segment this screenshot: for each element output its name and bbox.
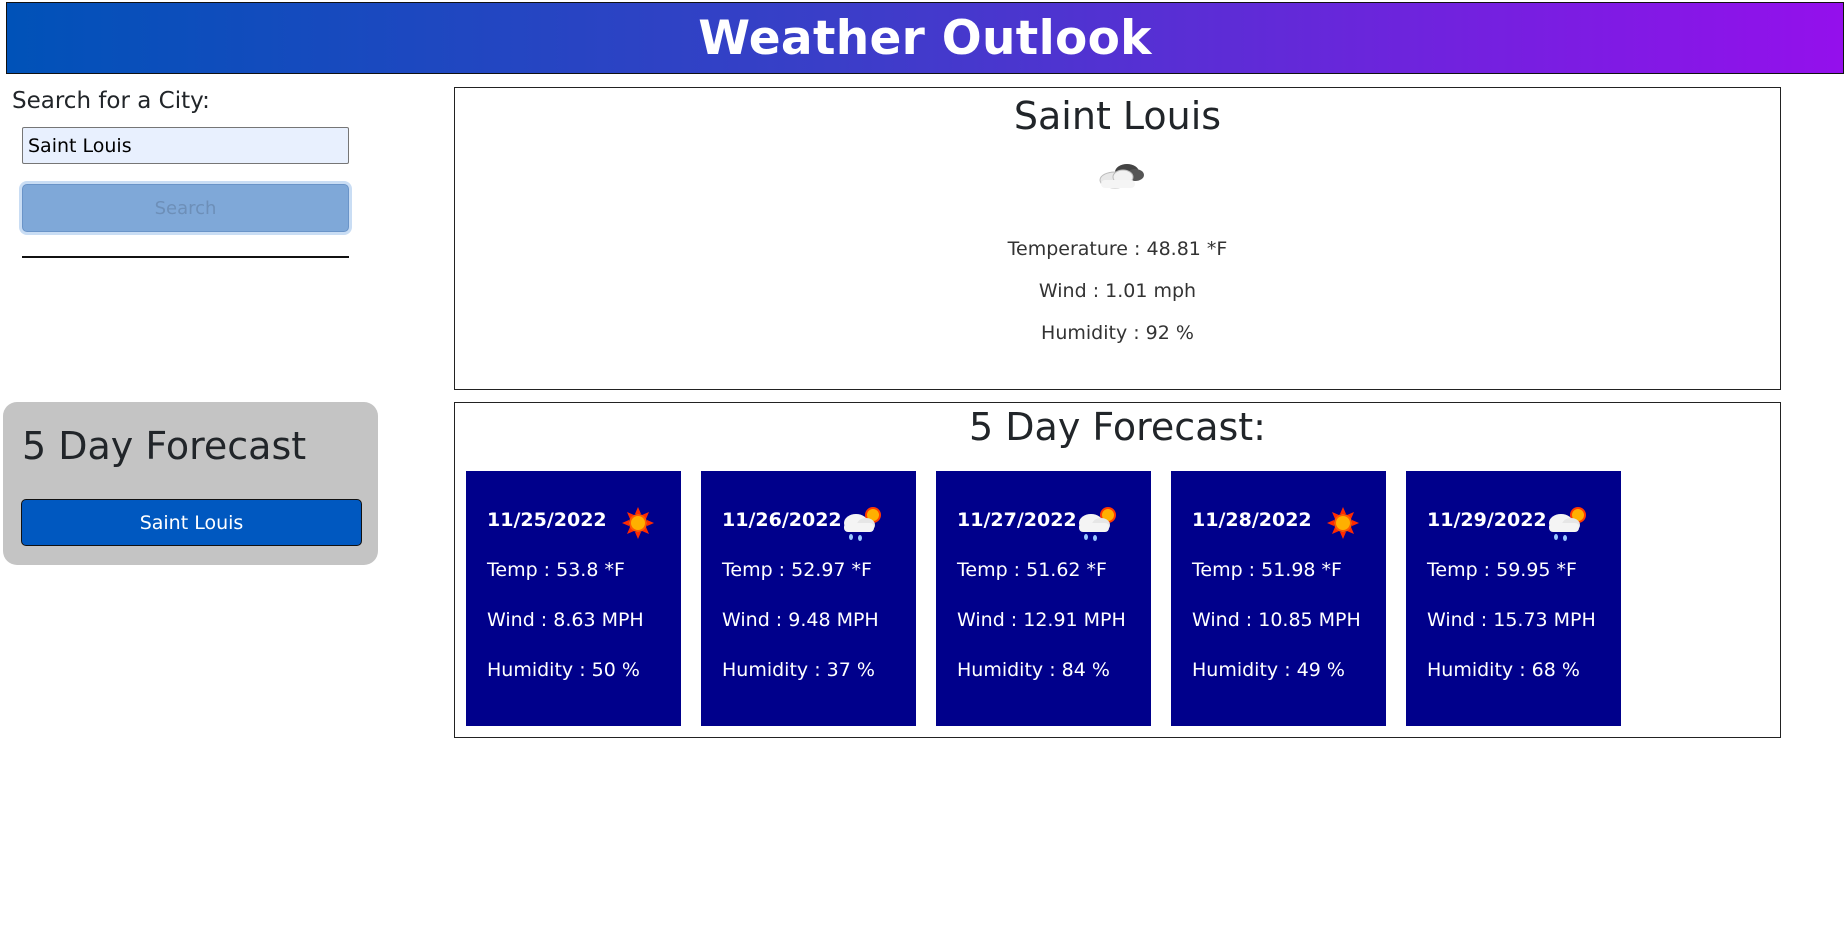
history-title: 5 Day Forecast: [22, 424, 307, 468]
search-button[interactable]: Search: [22, 184, 349, 232]
sun-icon: [622, 507, 654, 539]
forecast-wind: Wind : 12.91 MPH: [957, 609, 1126, 631]
current-city-name: Saint Louis: [1013, 94, 1222, 138]
forecast-panel: 5 Day Forecast: 11/25/2022 Temp : 53.8 *…: [454, 402, 1781, 738]
search-history-panel: 5 Day Forecast Saint Louis: [3, 402, 378, 565]
forecast-humidity: Humidity : 37 %: [722, 659, 875, 681]
current-weather-panel: Saint Louis Temperature : 48.81 *F Wind …: [454, 87, 1781, 390]
forecast-temp: Temp : 52.97 *F: [722, 559, 872, 581]
sun-icon: [1327, 507, 1359, 539]
forecast-card: 11/29/2022 Temp : 59.95 *F Wind : 15.73 …: [1406, 471, 1621, 726]
forecast-date: 11/25/2022: [487, 509, 607, 531]
forecast-wind: Wind : 15.73 MPH: [1427, 609, 1596, 631]
forecast-wind: Wind : 10.85 MPH: [1192, 609, 1361, 631]
cloudy-icon: [1099, 164, 1144, 189]
current-temperature: Temperature : 48.81 *F: [1007, 238, 1228, 260]
forecast-humidity: Humidity : 84 %: [957, 659, 1110, 681]
forecast-card: 11/25/2022 Temp : 53.8 *F Wind : 8.63 MP…: [466, 471, 681, 726]
forecast-wind: Wind : 8.63 MPH: [487, 609, 644, 631]
search-divider: [22, 256, 349, 258]
forecast-humidity: Humidity : 68 %: [1427, 659, 1580, 681]
forecast-temp: Temp : 51.98 *F: [1192, 559, 1342, 581]
forecast-temp: Temp : 59.95 *F: [1427, 559, 1577, 581]
current-wind: Wind : 1.01 mph: [1038, 280, 1197, 302]
forecast-date: 11/27/2022: [957, 509, 1077, 531]
current-humidity: Humidity : 92 %: [1041, 322, 1194, 344]
forecast-card: 11/28/2022 Temp : 51.98 *F Wind : 10.85 …: [1171, 471, 1386, 726]
forecast-card: 11/27/2022 Temp : 51.62 *F Wind : 12.91 …: [936, 471, 1151, 726]
forecast-humidity: Humidity : 50 %: [487, 659, 640, 681]
rain-sun-cloud-icon: [1549, 507, 1586, 541]
forecast-date: 11/28/2022: [1192, 509, 1312, 531]
forecast-wind: Wind : 9.48 MPH: [722, 609, 879, 631]
history-city-button[interactable]: Saint Louis: [21, 499, 362, 546]
forecast-temp: Temp : 53.8 *F: [487, 559, 625, 581]
forecast-card: 11/26/2022 Temp : 52.97 *F Wind : 9.48 M…: [701, 471, 916, 726]
app-header: Weather Outlook: [6, 2, 1844, 74]
forecast-date: 11/29/2022: [1427, 509, 1547, 531]
forecast-date: 11/26/2022: [722, 509, 842, 531]
rain-sun-cloud-icon: [1079, 507, 1116, 541]
forecast-temp: Temp : 51.62 *F: [957, 559, 1107, 581]
search-label: Search for a City:: [12, 88, 210, 114]
city-search-input[interactable]: [22, 127, 349, 164]
app-title: Weather Outlook: [698, 10, 1152, 66]
rain-sun-cloud-icon: [844, 507, 881, 541]
forecast-title: 5 Day Forecast:: [969, 405, 1266, 449]
forecast-humidity: Humidity : 49 %: [1192, 659, 1345, 681]
